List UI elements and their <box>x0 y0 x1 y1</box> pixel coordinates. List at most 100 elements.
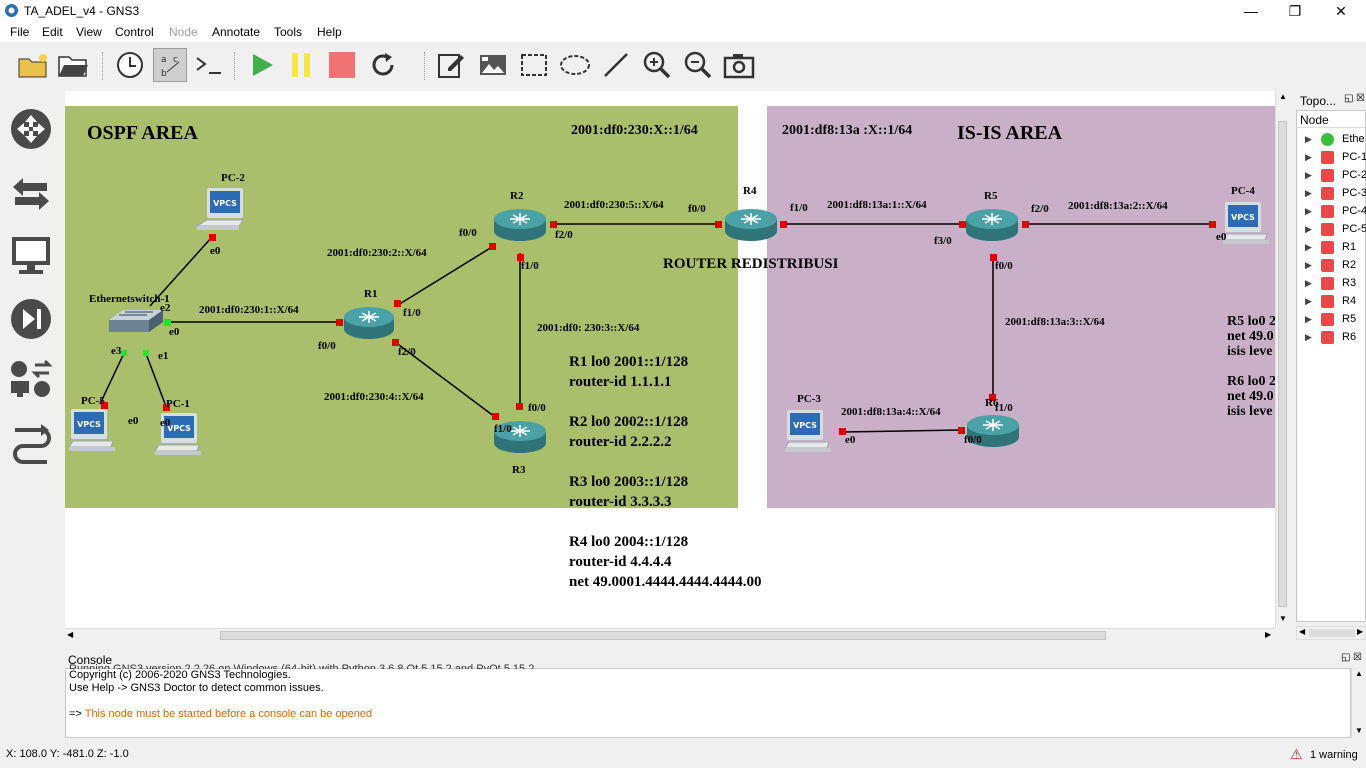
pc3-label: PC-3 <box>797 393 821 405</box>
draw-line-icon[interactable] <box>599 48 633 82</box>
router-r1[interactable] <box>343 303 395 341</box>
add-link-icon[interactable] <box>8 420 54 466</box>
status-stopped-icon <box>1321 241 1334 254</box>
tree-item[interactable]: ▶ R2 <box>1297 257 1366 275</box>
browse-end-devices-icon[interactable] <box>8 232 54 278</box>
scroll-right-icon[interactable]: ▶ <box>1265 630 1271 639</box>
router-r4[interactable] <box>724 205 778 243</box>
scroll-up-icon[interactable]: ▲ <box>1279 92 1287 101</box>
tree-item[interactable]: ▶ PC-3 <box>1297 185 1366 203</box>
port-label: f0/0 <box>688 203 706 215</box>
port-dot <box>394 300 401 307</box>
close-dock-icon[interactable]: ☒ <box>1356 93 1365 104</box>
canvas-vertical-scrollbar[interactable]: ▲ ▼ <box>1275 91 1289 628</box>
zoom-out-icon[interactable] <box>681 48 715 82</box>
menu-view[interactable]: View <box>76 25 102 39</box>
close-dock-icon[interactable]: ☒ <box>1353 652 1362 663</box>
pc4-label: PC-4 <box>1231 185 1255 197</box>
browse-all-devices-icon[interactable] <box>8 356 54 402</box>
horizontal-scroll-thumb[interactable] <box>220 631 1106 640</box>
warning-icon: ⚠ <box>1290 746 1303 762</box>
float-dock-icon[interactable]: ◱ <box>1344 93 1353 104</box>
start-all-icon[interactable] <box>244 48 278 82</box>
port-label: e1 <box>158 350 169 362</box>
scroll-up-icon: ▲ <box>1355 669 1363 678</box>
pc2-device[interactable]: VPCS <box>195 188 245 234</box>
tree-item[interactable]: ▶ R3 <box>1297 275 1366 293</box>
port-dot <box>336 319 343 326</box>
snapshot-icon[interactable] <box>113 48 147 82</box>
expand-icon: ▶ <box>1305 242 1312 252</box>
scroll-down-icon[interactable]: ▼ <box>1279 614 1287 623</box>
status-stopped-icon <box>1321 313 1334 326</box>
canvas-horizontal-scrollbar[interactable]: ◀ ▶ <box>65 628 1275 642</box>
screenshot-icon[interactable] <box>722 48 756 82</box>
vpcs-text: VPCS <box>213 199 237 208</box>
minimize-button[interactable]: — <box>1228 0 1274 22</box>
menu-node[interactable]: Node <box>169 25 198 39</box>
tree-item[interactable]: ▶ PC-1 <box>1297 149 1366 167</box>
port-label: f1/0 <box>403 307 421 319</box>
link-label-r1-r2: 2001:df0:230:2::X/64 <box>327 247 427 259</box>
menu-edit[interactable]: Edit <box>42 25 63 39</box>
tree-item[interactable]: ▶ R6 <box>1297 329 1366 347</box>
tree-column-header[interactable]: Node <box>1297 111 1365 128</box>
suspend-all-icon[interactable] <box>284 48 318 82</box>
open-project-icon[interactable] <box>56 48 90 82</box>
pc4-device[interactable]: VPCS <box>1221 202 1271 248</box>
port-dot-green <box>143 350 149 356</box>
tree-item[interactable]: ▶ PC-4 <box>1297 203 1366 221</box>
restore-button[interactable]: ❐ <box>1272 0 1318 22</box>
pc5-device[interactable]: VPCS <box>67 409 117 455</box>
draw-ellipse-icon[interactable] <box>558 48 592 82</box>
tree-item[interactable]: ▶ PC-2 <box>1297 167 1366 185</box>
router-r2[interactable] <box>493 205 547 243</box>
console-scrollbar[interactable]: ▲ ▼ <box>1351 668 1366 738</box>
pc3-device[interactable]: VPCS <box>783 410 833 456</box>
menu-control[interactable]: Control <box>115 25 154 39</box>
stop-all-icon[interactable] <box>325 48 359 82</box>
menu-file[interactable]: File <box>10 25 29 39</box>
router-r5[interactable] <box>965 205 1019 243</box>
reload-all-icon[interactable] <box>366 48 400 82</box>
console-output[interactable]: Running GNS3 version 2.2.26 on Windows (… <box>65 664 1351 738</box>
tree-item[interactable]: ▶ PC-5 <box>1297 221 1366 239</box>
tree-item[interactable]: ▶ R5 <box>1297 311 1366 329</box>
float-dock-icon[interactable]: ◱ <box>1341 652 1350 663</box>
vpcs-text: VPCS <box>793 421 817 430</box>
expand-icon: ▶ <box>1305 188 1312 198</box>
show-interface-labels-icon[interactable]: acb <box>153 48 187 82</box>
r3-label: R3 <box>512 464 526 476</box>
menu-annotate[interactable]: Annotate <box>212 25 260 39</box>
switch-label: Ethernetswitch-1 <box>89 293 170 305</box>
tree-item[interactable]: ▶ Ethe <box>1297 131 1366 149</box>
tree-horizontal-scrollbar[interactable]: ◀ ▶ <box>1296 626 1366 640</box>
draw-rectangle-icon[interactable] <box>517 48 551 82</box>
browse-switches-icon[interactable] <box>8 170 54 216</box>
scroll-left-icon: ◀ <box>1299 627 1306 636</box>
close-button[interactable]: ✕ <box>1318 0 1364 22</box>
zoom-in-icon[interactable] <box>640 48 674 82</box>
port-label: e0 <box>1216 231 1227 243</box>
browse-routers-icon[interactable] <box>8 106 54 152</box>
menu-help[interactable]: Help <box>317 25 342 39</box>
topology-canvas[interactable]: OSPF AREA 2001:df0:230:X::1/64 2001:df8:… <box>65 91 1275 628</box>
scroll-left-icon[interactable]: ◀ <box>67 630 73 639</box>
port-label: f1/0 <box>494 423 512 435</box>
warning-count[interactable]: 1 warning <box>1310 749 1358 761</box>
expand-icon: ▶ <box>1305 332 1312 342</box>
menu-tools[interactable]: Tools <box>274 25 302 39</box>
port-dot <box>489 243 496 250</box>
ethernet-switch[interactable] <box>107 308 165 336</box>
port-label: f0/0 <box>318 340 336 352</box>
insert-picture-icon[interactable] <box>476 48 510 82</box>
tree-item[interactable]: ▶ R1 <box>1297 239 1366 257</box>
add-note-icon[interactable] <box>434 48 468 82</box>
config-note: R1 lo0 2001::1/128 router-id 1.1.1.1 R2 … <box>569 354 762 590</box>
browse-security-devices-icon[interactable] <box>8 296 54 342</box>
tree-item[interactable]: ▶ R4 <box>1297 293 1366 311</box>
port-dot <box>715 221 722 228</box>
console-all-icon[interactable] <box>193 48 227 82</box>
new-project-icon[interactable] <box>16 48 50 82</box>
vertical-scroll-thumb[interactable] <box>1278 121 1287 607</box>
